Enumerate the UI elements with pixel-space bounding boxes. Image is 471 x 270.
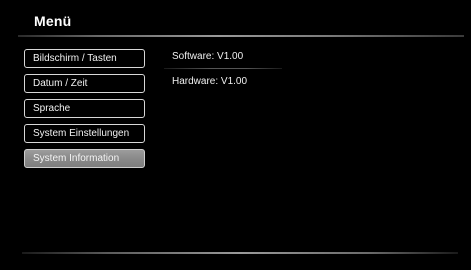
- menu-item-system-einstellungen[interactable]: System Einstellungen: [24, 124, 145, 143]
- menu-item-sprache[interactable]: Sprache: [24, 99, 145, 118]
- menu-screen: Menü Bildschirm / Tasten Datum / Zeit Sp…: [0, 0, 471, 270]
- software-version: Software: V1.00: [172, 51, 244, 62]
- system-info-panel: Software: V1.00 Hardware: V1.00: [164, 50, 462, 89]
- header-divider: [18, 35, 464, 37]
- footer-divider: [22, 252, 458, 254]
- page-title: Menü: [34, 13, 72, 29]
- menu-item-datum-zeit[interactable]: Datum / Zeit: [24, 74, 145, 93]
- menu-item-system-information[interactable]: System Information: [24, 149, 145, 168]
- hardware-version: Hardware: V1.00: [172, 76, 248, 87]
- menu-list: Bildschirm / Tasten Datum / Zeit Sprache…: [24, 49, 145, 174]
- info-divider: [164, 68, 282, 69]
- menu-item-bildschirm-tasten[interactable]: Bildschirm / Tasten: [24, 49, 145, 68]
